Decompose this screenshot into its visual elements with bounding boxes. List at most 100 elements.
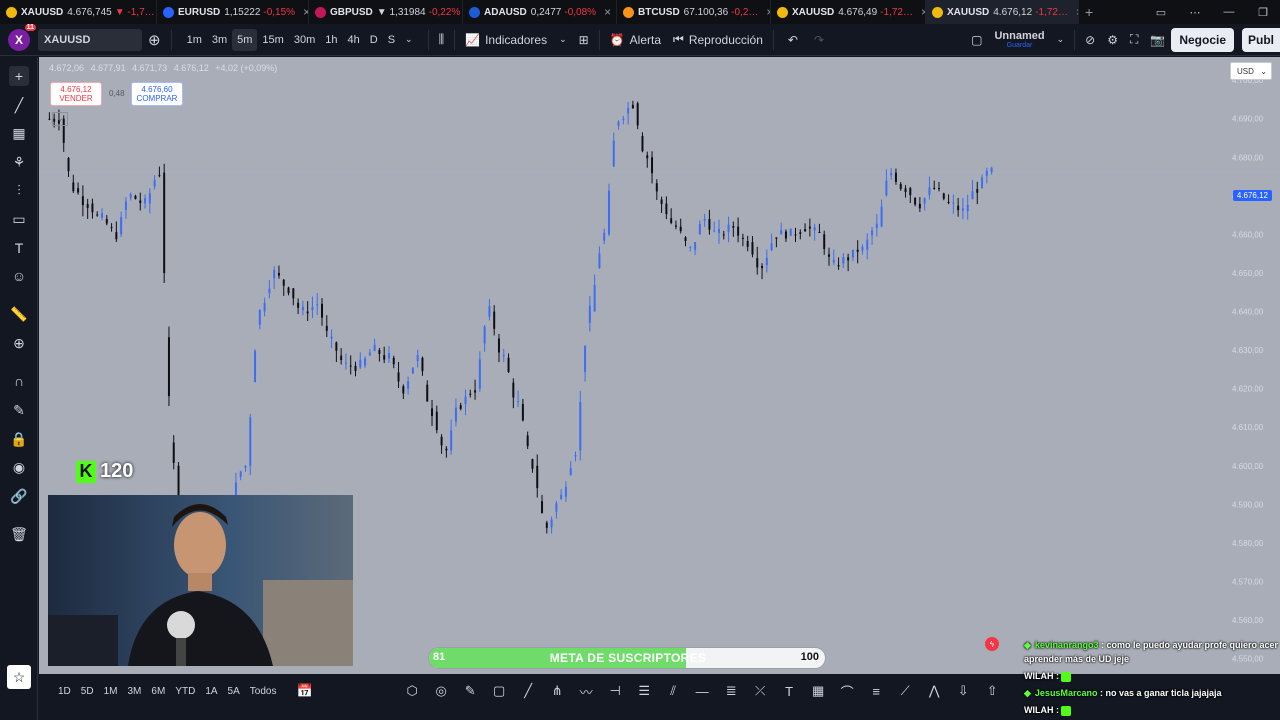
tf-s[interactable]: S bbox=[383, 29, 400, 51]
quick-search-icon[interactable]: ⊘ bbox=[1079, 24, 1101, 56]
publish-button[interactable]: Publ bbox=[1242, 27, 1280, 52]
path-tool-icon[interactable]: 〰 bbox=[572, 682, 601, 701]
arc-tool-icon[interactable]: ⌒ bbox=[833, 682, 862, 701]
symbol-search[interactable]: XAUUSD bbox=[38, 28, 142, 51]
pitchfork-tool-icon[interactable]: ⋔ bbox=[543, 683, 572, 699]
close-tab-icon[interactable]: × bbox=[917, 5, 925, 19]
settings-gear-icon[interactable]: ⚙ bbox=[1101, 24, 1124, 56]
close-tab-icon[interactable]: × bbox=[1072, 5, 1078, 19]
range-5a[interactable]: 5A bbox=[223, 686, 245, 697]
fullscreen-icon[interactable]: ⛶ bbox=[1124, 24, 1144, 56]
star-icon[interactable]: ☆ bbox=[7, 665, 31, 689]
replay-button[interactable]: ⏮ Reproducción bbox=[667, 24, 769, 56]
collapse-chevron-icon[interactable]: ⌄ bbox=[52, 112, 68, 126]
trendline-icon[interactable]: ╱ bbox=[9, 95, 29, 115]
target-tool-icon[interactable]: ◎ bbox=[427, 683, 456, 699]
diagonal-tool-icon[interactable]: ⟋ bbox=[891, 683, 920, 699]
tab-gbpusd[interactable]: GBPUSD ▼ 1,31984 -0,22% × bbox=[309, 0, 463, 24]
chevron-down-icon[interactable]: ⌄ bbox=[400, 29, 418, 51]
redo-icon[interactable]: ↷ bbox=[808, 24, 830, 56]
minimize-icon[interactable]: — bbox=[1212, 6, 1246, 18]
range-3m[interactable]: 3M bbox=[123, 686, 147, 697]
parallel-tool-icon[interactable]: ⫽ bbox=[659, 683, 688, 699]
layout-name-button[interactable]: Unnamed Guardar bbox=[988, 24, 1050, 56]
tf-4h[interactable]: 4h bbox=[342, 29, 364, 51]
rectangle-icon[interactable]: ▭ bbox=[9, 209, 29, 229]
arrow-down-tool-icon[interactable]: ⇩ bbox=[949, 683, 978, 699]
arrow-up-tool-icon[interactable]: ⇧ bbox=[978, 683, 1007, 699]
alert-button[interactable]: ⏰ Alerta bbox=[604, 24, 667, 56]
lock-drawing-icon[interactable]: ✎ bbox=[9, 400, 29, 420]
lock-icon[interactable]: 🔒 bbox=[9, 429, 29, 449]
zoom-in-icon[interactable]: ⊕ bbox=[9, 333, 29, 353]
channel-tool-icon[interactable]: ☰ bbox=[630, 683, 659, 699]
pattern-icon[interactable]: ⚘ bbox=[9, 152, 29, 172]
compare-icon[interactable]: ⊕ bbox=[142, 24, 167, 56]
range-5d[interactable]: 5D bbox=[76, 686, 99, 697]
more-icon[interactable]: ⋯ bbox=[1178, 6, 1212, 19]
text-icon[interactable]: T bbox=[9, 238, 29, 258]
shape-tool-icon[interactable]: ⬡ bbox=[398, 683, 427, 699]
range-all[interactable]: Todos bbox=[245, 686, 282, 697]
range-1m[interactable]: 1M bbox=[99, 686, 123, 697]
zigzag-tool-icon[interactable]: ⋀ bbox=[920, 683, 949, 699]
chevron-down-icon[interactable]: ⌄ bbox=[1051, 24, 1071, 56]
close-tab-icon[interactable]: × bbox=[299, 5, 308, 19]
trade-button[interactable]: Negocie bbox=[1171, 27, 1234, 52]
forecast-icon[interactable]: ⫶ bbox=[9, 180, 29, 200]
tab-xauusd-2[interactable]: XAUUSD 4.676,49 -1,72… × bbox=[771, 0, 926, 24]
tf-3m[interactable]: 3m bbox=[207, 29, 232, 51]
line-tool-icon[interactable]: ╱ bbox=[514, 683, 543, 699]
range-ytd[interactable]: YTD bbox=[170, 686, 200, 697]
undo-icon[interactable]: ↶ bbox=[778, 24, 808, 56]
tf-30m[interactable]: 30m bbox=[289, 29, 320, 51]
tab-xauusd-active[interactable]: XAUUSD 4.676,12 -1,72… × bbox=[926, 0, 1079, 24]
crosshair-icon[interactable]: + bbox=[9, 66, 29, 86]
ray-tool-icon[interactable]: — bbox=[688, 684, 717, 699]
ruler-icon[interactable]: 📏 bbox=[9, 304, 29, 324]
emoji-icon[interactable]: ☺ bbox=[9, 266, 29, 286]
new-tab-icon[interactable]: + bbox=[1079, 0, 1107, 24]
rect-tool-icon[interactable]: ▢ bbox=[485, 683, 514, 699]
text-tool-icon[interactable]: T bbox=[775, 684, 804, 699]
tab-btcusd[interactable]: BTCUSD 67.100,36 -0,2… × bbox=[617, 0, 771, 24]
camera-icon[interactable]: 📷 bbox=[1144, 24, 1171, 56]
eye-icon[interactable]: ◉ bbox=[9, 457, 29, 477]
trash-icon[interactable]: 🗑 bbox=[9, 524, 29, 544]
tf-1h[interactable]: 1h bbox=[320, 29, 342, 51]
link-icon[interactable]: 🔗 bbox=[9, 486, 29, 506]
flash-icon[interactable]: ϟ bbox=[985, 637, 999, 651]
layout-select-icon[interactable]: ▢ bbox=[965, 24, 988, 56]
buy-button[interactable]: 4.676,60 COMPRAR bbox=[131, 82, 183, 106]
brush-tool-icon[interactable]: ✎ bbox=[456, 683, 485, 699]
currency-select[interactable]: USD ⌄ bbox=[1230, 62, 1272, 80]
range-1d[interactable]: 1D bbox=[53, 686, 76, 697]
indicators-button[interactable]: 📈 Indicadores ⌄ bbox=[459, 24, 573, 56]
tab-price: 1,15222 bbox=[224, 6, 261, 18]
maximize-icon[interactable]: ❐ bbox=[1246, 6, 1280, 19]
tf-1m[interactable]: 1m bbox=[182, 29, 207, 51]
candle-type-icon[interactable]: ⫼ bbox=[433, 24, 451, 56]
tf-d[interactable]: D bbox=[365, 29, 383, 51]
close-tab-icon[interactable]: × bbox=[762, 5, 770, 19]
close-tab-icon[interactable]: × bbox=[600, 5, 611, 19]
layouts-icon[interactable]: ⊞ bbox=[573, 24, 595, 56]
tf-15m[interactable]: 15m bbox=[257, 29, 288, 51]
calendar-icon[interactable]: 📅 bbox=[291, 683, 317, 699]
tab-xauusd-1[interactable]: XAUUSD 4.676,745 ▼ -1,7… × bbox=[0, 0, 157, 24]
curve-tool-icon[interactable]: ⤫ bbox=[746, 683, 775, 699]
tf-5m[interactable]: 5m bbox=[232, 28, 258, 51]
grid-tool-icon[interactable]: ▦ bbox=[804, 683, 833, 699]
levels-tool-icon[interactable]: ≡ bbox=[862, 684, 891, 699]
tab-eurusd[interactable]: EURUSD 1,15222 -0,15% × bbox=[157, 0, 309, 24]
screen-icon[interactable]: ▭ bbox=[1144, 6, 1178, 19]
fib-tool-icon[interactable]: ≣ bbox=[717, 683, 746, 699]
tab-adausd[interactable]: ADAUSD 0,2477 -0,08% × bbox=[463, 0, 617, 24]
range-6m[interactable]: 6M bbox=[146, 686, 170, 697]
avatar[interactable]: X 11 bbox=[8, 23, 36, 51]
hline-tool-icon[interactable]: ⊣ bbox=[601, 683, 630, 699]
fib-grid-icon[interactable]: ▦ bbox=[9, 123, 29, 143]
range-1a[interactable]: 1A bbox=[200, 686, 222, 697]
sell-button[interactable]: 4.676,12 VENDER bbox=[50, 82, 102, 106]
magnet-icon[interactable]: ∩ bbox=[9, 371, 29, 391]
